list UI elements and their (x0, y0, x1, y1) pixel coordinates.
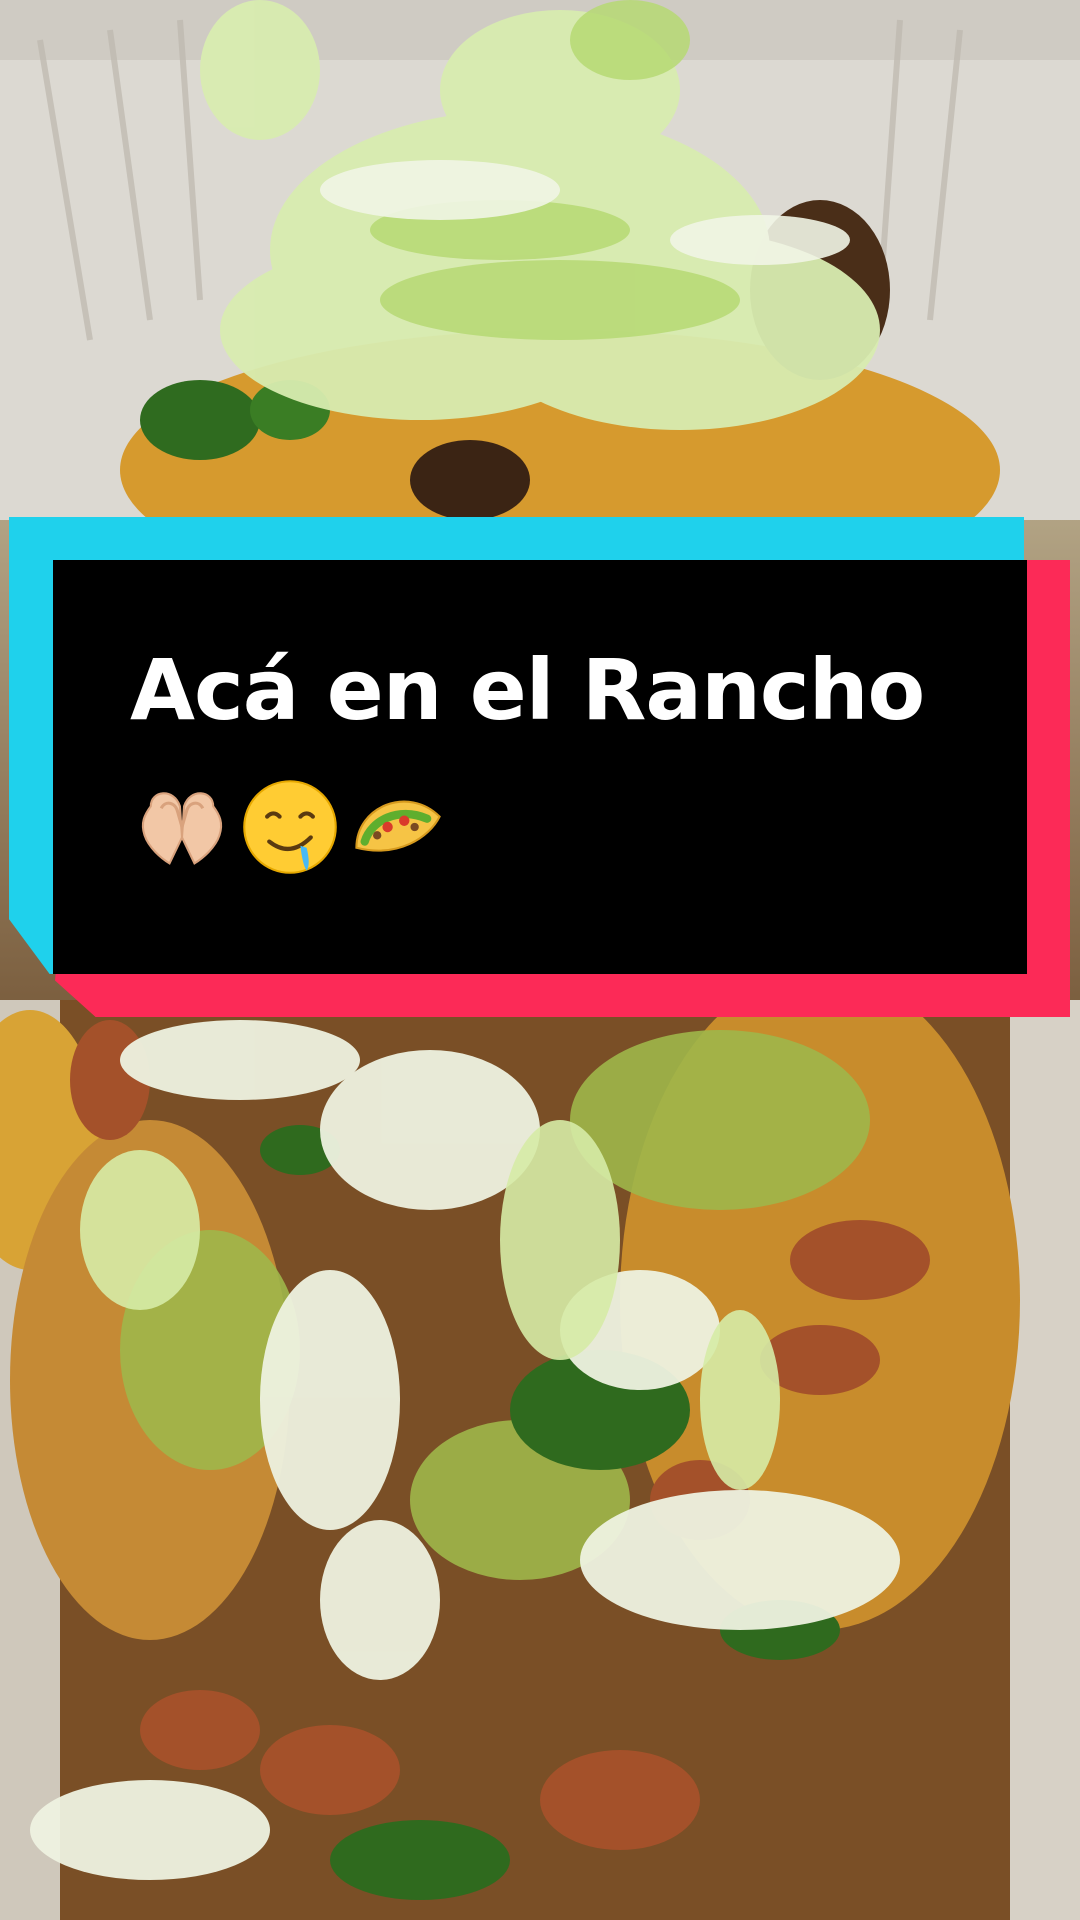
video-frame: Acá en el Rancho (0, 0, 1080, 1920)
taco-photo (0, 0, 1080, 1920)
